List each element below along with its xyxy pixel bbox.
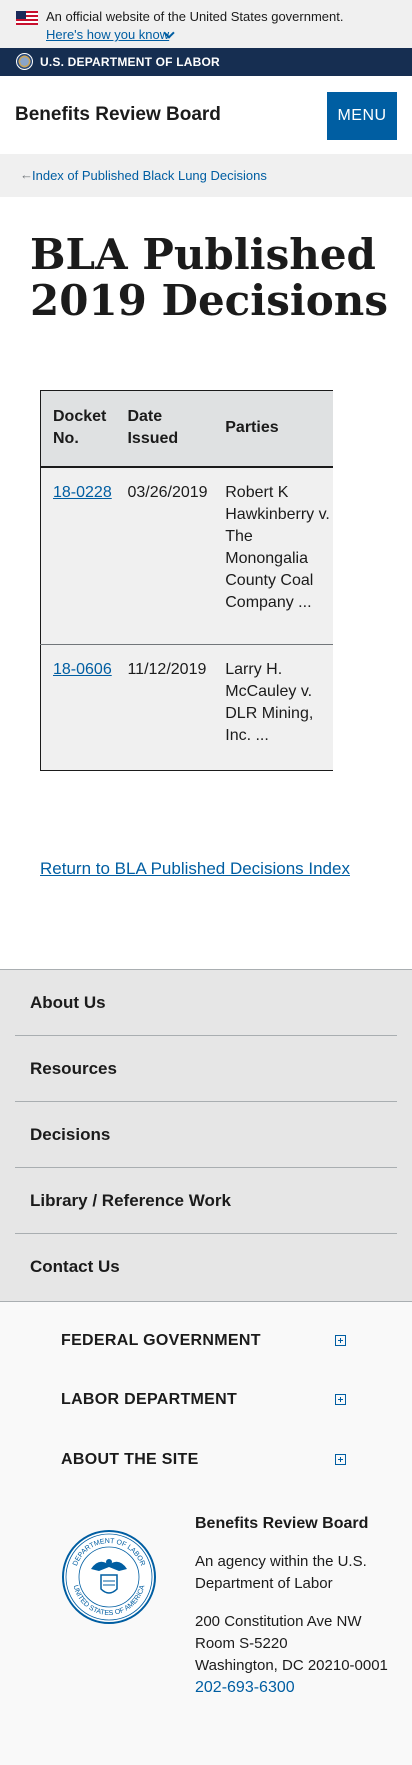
department-name[interactable]: U.S. DEPARTMENT OF LABOR (40, 55, 220, 69)
footer-nav-decisions[interactable]: Decisions (15, 1102, 397, 1168)
footer-nav: About Us Resources Decisions Library / R… (0, 969, 412, 1301)
accordion-labor-department[interactable]: LABOR DEPARTMENT (61, 1387, 351, 1417)
site-title[interactable]: Benefits Review Board (15, 104, 221, 126)
column-header-docket: Docket No. (40, 390, 116, 468)
docket-link[interactable]: 18-0228 (53, 484, 112, 501)
parties-cell: Larry H. McCauley v. DLR Mining, Inc. ..… (213, 644, 333, 771)
footer-nav-about-us[interactable]: About Us (15, 970, 397, 1036)
table-row: 18-0606 11/12/2019 Larry H. McCauley v. … (40, 644, 333, 771)
site-header: Benefits Review Board MENU (0, 76, 412, 154)
menu-button[interactable]: MENU (327, 92, 397, 140)
date-cell: 11/12/2019 (115, 644, 214, 771)
column-header-parties: Parties (213, 390, 333, 468)
department-bar: U.S. DEPARTMENT OF LABOR (0, 48, 412, 76)
accordion-about-the-site[interactable]: ABOUT THE SITE (61, 1447, 351, 1477)
breadcrumb: ← Index of Published Black Lung Decision… (0, 154, 412, 197)
page-title: BLA Published 2019 Decisions (30, 230, 388, 325)
address-line: Room S-5220 (195, 1635, 288, 1652)
plus-icon[interactable] (335, 1454, 346, 1465)
return-to-index-link[interactable]: Return to BLA Published Decisions Index (40, 859, 350, 879)
breadcrumb-link[interactable]: Index of Published Black Lung Decisions (32, 168, 267, 183)
org-name: Benefits Review Board (195, 1515, 369, 1532)
docket-link[interactable]: 18-0606 (53, 661, 112, 678)
docket-cell: 18-0228 (40, 466, 116, 645)
table-header-row: Docket No. Date Issued Parties (40, 390, 333, 468)
dol-seal-icon: DEPARTMENT OF LABOR UNITED STATES OF AME… (62, 1530, 156, 1624)
us-flag-icon (16, 11, 38, 25)
date-cell: 03/26/2019 (115, 466, 214, 645)
parties-cell: Robert K Hawkinberry v. The Monongalia C… (213, 466, 333, 645)
accordion-label: LABOR DEPARTMENT (61, 1391, 238, 1408)
plus-icon[interactable] (335, 1394, 346, 1405)
footer-nav-library[interactable]: Library / Reference Work (15, 1168, 397, 1234)
agency-text: An agency within the U.S. Department of … (195, 1553, 367, 1592)
contact-block: Benefits Review Board An agency within t… (195, 1513, 395, 1699)
accordion-label: FEDERAL GOVERNMENT (61, 1332, 261, 1349)
gov-banner: An official website of the United States… (0, 0, 412, 48)
table-row: 18-0228 03/26/2019 Robert K Hawkinberry … (40, 466, 333, 645)
plus-icon[interactable] (335, 1335, 346, 1346)
accordion-federal-government[interactable]: FEDERAL GOVERNMENT (61, 1328, 351, 1358)
address-line: Washington, DC 20210-0001 (195, 1657, 388, 1674)
column-header-date: Date Issued (115, 390, 214, 468)
docket-cell: 18-0606 (40, 644, 116, 771)
how-you-know-link[interactable]: Here's how you know (46, 27, 169, 42)
footer-nav-contact-us[interactable]: Contact Us (15, 1234, 397, 1300)
phone-link[interactable]: 202-693-6300 (195, 1679, 295, 1696)
address-line: 200 Constitution Ave NW (195, 1613, 362, 1630)
address: 200 Constitution Ave NW Room S-5220 Wash… (195, 1611, 395, 1699)
footer-nav-resources[interactable]: Resources (15, 1036, 397, 1102)
dol-seal-icon[interactable] (16, 53, 33, 70)
decisions-table: Docket No. Date Issued Parties 18-0228 0… (40, 390, 333, 771)
official-site-text: An official website of the United States… (46, 9, 344, 24)
accordion-label: ABOUT THE SITE (61, 1451, 199, 1468)
